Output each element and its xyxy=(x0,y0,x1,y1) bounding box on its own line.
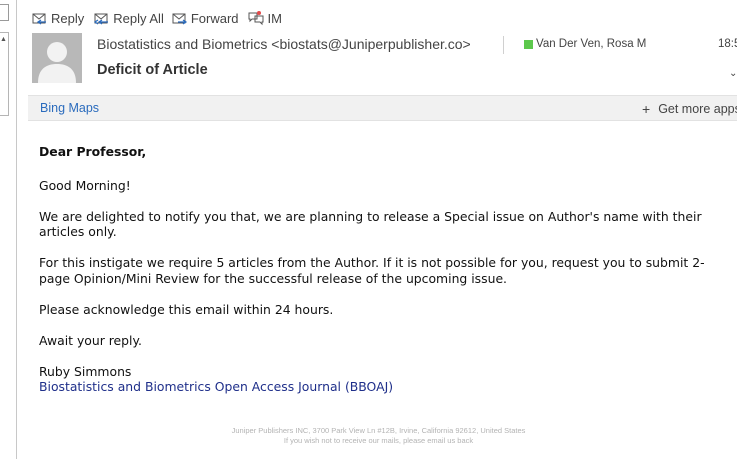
received-time: 18:5 xyxy=(718,38,737,50)
get-more-apps-label: Get more apps xyxy=(658,102,737,116)
footer-unsubscribe: If you wish not to receive our mails, pl… xyxy=(283,435,474,445)
im-label: IM xyxy=(267,10,282,26)
plus-icon: + xyxy=(642,101,651,117)
forward-button[interactable]: Forward xyxy=(172,11,239,26)
recipient[interactable]: Van Der Ven, Rosa M xyxy=(524,38,646,50)
im-icon xyxy=(248,11,264,26)
forward-icon xyxy=(172,13,187,25)
left-pane-scrollbar[interactable] xyxy=(0,32,9,116)
reply-all-button[interactable]: Reply All xyxy=(92,11,164,26)
scroll-up-icon[interactable]: ▲ xyxy=(0,36,7,43)
signature-journal: Biostatistics and Biometrics Open Access… xyxy=(39,379,394,394)
paragraph: We are delighted to notify you that, we … xyxy=(39,208,702,240)
left-pane-edge: ▲ xyxy=(0,0,17,459)
paragraph: Please acknowledge this email within 24 … xyxy=(39,301,334,317)
sender-address[interactable]: Biostatistics and Biometrics <biostats@J… xyxy=(97,36,471,52)
expand-header-icon[interactable]: ⌄ xyxy=(729,68,737,79)
paragraph: For this instigate we require 5 articles… xyxy=(39,255,705,286)
reply-button[interactable]: Reply xyxy=(32,11,84,26)
left-pane-box[interactable] xyxy=(0,4,9,21)
paragraph: Good Morning! xyxy=(39,177,131,193)
bing-maps-link[interactable]: Bing Maps xyxy=(40,101,99,115)
header-divider xyxy=(503,36,504,54)
apps-bar: Bing Maps + Get more apps xyxy=(28,95,737,121)
message-toolbar: Reply Reply All Forward IM xyxy=(32,9,290,27)
greeting: Dear Professor, xyxy=(39,144,147,159)
reply-label: Reply xyxy=(51,10,85,26)
recipient-name: Van Der Ven, Rosa M xyxy=(536,38,647,50)
presence-indicator-icon xyxy=(524,39,533,49)
person-silhouette-icon xyxy=(32,33,82,83)
reply-icon xyxy=(32,13,46,25)
sender-avatar xyxy=(32,33,82,83)
get-more-apps-button[interactable]: + Get more apps xyxy=(642,101,737,117)
message-body: Dear Professor, Good Morning! We are del… xyxy=(39,144,729,395)
paragraph: Await your reply. xyxy=(39,332,142,348)
im-button[interactable]: IM xyxy=(247,10,282,26)
forward-label: Forward xyxy=(190,10,239,26)
message-subject: Deficit of Article xyxy=(97,62,208,78)
email-footer: Juniper Publishers INC, 3700 Park View L… xyxy=(0,426,737,445)
footer-address: Juniper Publishers INC, 3700 Park View L… xyxy=(231,426,526,435)
reply-all-icon xyxy=(94,13,109,25)
signature-name: Ruby Simmons xyxy=(39,363,132,379)
reply-all-label: Reply All xyxy=(113,10,164,26)
